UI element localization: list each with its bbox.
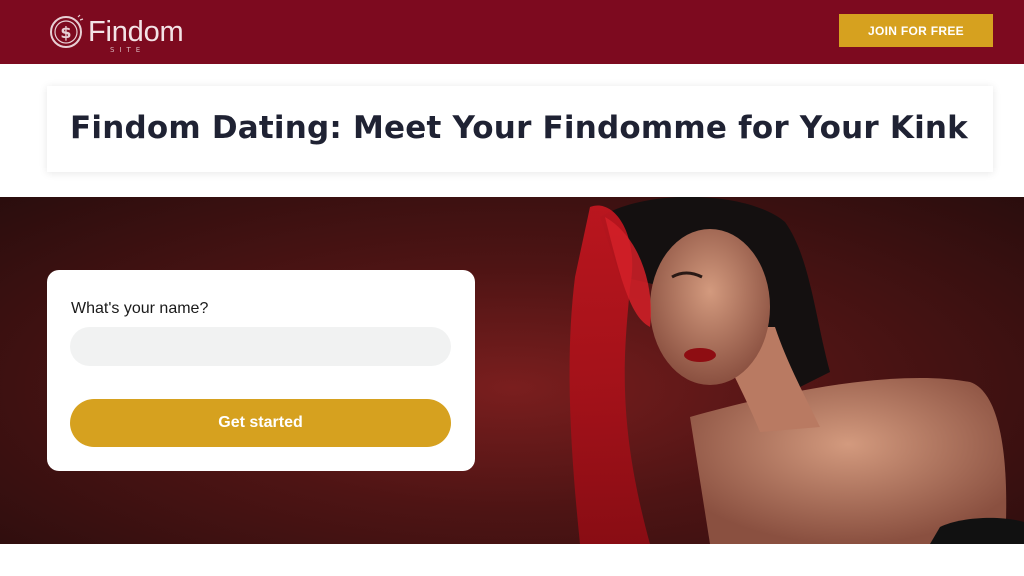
- brand-logo[interactable]: $ Findom SITE: [48, 10, 184, 54]
- site-header: $ Findom SITE JOIN FOR FREE: [0, 0, 1024, 64]
- name-input[interactable]: [70, 327, 451, 366]
- brand-name: Findom: [88, 15, 184, 48]
- signup-form-card: What's your name? Get started: [47, 270, 475, 471]
- title-card: Findom Dating: Meet Your Findomme for Yo…: [47, 86, 993, 172]
- dollar-coin-icon: $: [50, 14, 84, 48]
- svg-text:$: $: [60, 23, 71, 42]
- hero-model-image: [569, 197, 1024, 544]
- brand-subtitle: SITE: [110, 46, 146, 54]
- name-field-label: What's your name?: [71, 300, 209, 317]
- join-for-free-button[interactable]: JOIN FOR FREE: [839, 14, 993, 47]
- get-started-button[interactable]: Get started: [70, 399, 451, 447]
- page-title: Findom Dating: Meet Your Findomme for Yo…: [70, 110, 968, 146]
